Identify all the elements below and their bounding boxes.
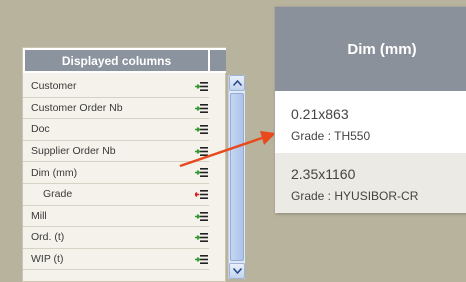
dim-value: 2.35x1160 [291,166,356,182]
zoom-row: 2.35x1160 Grade : HYUSIBOR-CR [275,153,466,213]
zoomed-column-preview: Dim (mm) 0.21x863 Grade : TH550 2.35x116… [274,6,466,213]
grade-value: Grade : HYUSIBOR-CR [291,189,419,203]
dim-value: 0.21x863 [291,106,349,122]
zoom-row: 0.21x863 Grade : TH550 [275,93,466,153]
zoom-column-header: Dim (mm) [275,7,466,91]
grade-value: Grade : TH550 [291,129,371,143]
